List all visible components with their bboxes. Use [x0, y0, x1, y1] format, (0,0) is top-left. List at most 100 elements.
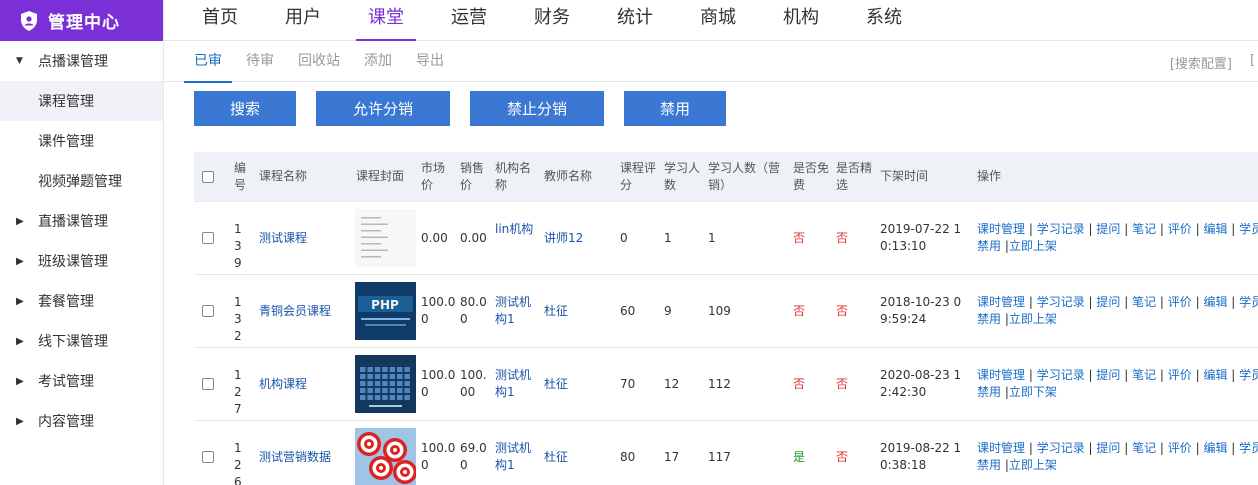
topnav-item-5[interactable]: 统计	[617, 0, 653, 41]
cell-offline-time: 2019-07-22 10:13:10	[880, 222, 962, 253]
sidebar-group-label: 班级课管理	[38, 254, 108, 270]
op-link-shelf[interactable]: 立即上架	[1009, 458, 1057, 472]
cell-org-name[interactable]: 测试机构1	[495, 294, 537, 328]
select-all-checkbox[interactable]	[202, 171, 214, 183]
op-link-1[interactable]: 学习记录	[1037, 441, 1085, 455]
op-link-5[interactable]: 编辑	[1203, 441, 1227, 455]
row-checkbox[interactable]	[202, 232, 214, 244]
cell-teacher-name[interactable]: 杜征	[544, 449, 568, 466]
cell-org-name[interactable]: 测试机构1	[495, 440, 537, 474]
op-link-1[interactable]: 学习记录	[1037, 295, 1085, 309]
op-link-0[interactable]: 课时管理	[977, 295, 1025, 309]
brand-bar[interactable]: 管理中心	[0, 0, 163, 41]
op-link-4[interactable]: 评价	[1168, 295, 1192, 309]
top-navigation: 首页 用户 课堂 运营 财务 统计 商城 机构 系统	[164, 0, 1258, 41]
header-sale-price: 销售价	[460, 161, 485, 192]
topnav-item-2[interactable]: 课堂	[356, 0, 416, 41]
cell-course-name[interactable]: 测试课程	[259, 230, 307, 247]
op-link-disable[interactable]: 禁用	[977, 458, 1001, 472]
cell-course-name[interactable]: 测试营销数据	[259, 449, 331, 466]
op-link-6[interactable]: 学员	[1239, 368, 1258, 382]
op-link-2[interactable]: 提问	[1096, 222, 1120, 236]
op-link-3[interactable]: 笔记	[1132, 368, 1156, 382]
op-link-shelf[interactable]: 立即上架	[1009, 312, 1057, 326]
action-button-0[interactable]: 搜索	[194, 91, 296, 126]
sidebar-group-0[interactable]: ▼ 点播课管理	[0, 41, 163, 81]
cell-market-price: 100.00	[421, 368, 456, 399]
op-link-3[interactable]: 笔记	[1132, 222, 1156, 236]
cell-course-name[interactable]: 青铜会员课程	[259, 303, 331, 320]
sidebar-group-1[interactable]: ▶ 直播课管理	[0, 201, 163, 241]
op-link-disable[interactable]: 禁用	[977, 312, 1001, 326]
header-org: 机构名称	[495, 161, 532, 192]
topnav-item-1[interactable]: 用户	[285, 0, 321, 41]
op-link-6[interactable]: 学员	[1239, 222, 1258, 236]
search-config-link[interactable]: [搜索配置]	[1170, 53, 1232, 72]
op-link-1[interactable]: 学习记录	[1037, 368, 1085, 382]
subtab-1[interactable]: 待审	[246, 41, 274, 82]
cell-market-price: 0.00	[421, 231, 448, 245]
caret-right-icon: ▶	[16, 295, 24, 307]
op-link-0[interactable]: 课时管理	[977, 441, 1025, 455]
table-header: 编号 课程名称 课程封面 市场价 销售价 机构名称 教师名称 课程评分 学习人数…	[194, 152, 1258, 202]
subtab-4[interactable]: 导出	[416, 41, 444, 82]
op-link-6[interactable]: 学员	[1239, 441, 1258, 455]
topnav-item-7[interactable]: 机构	[783, 0, 819, 41]
action-button-3[interactable]: 禁用	[624, 91, 726, 126]
sidebar-group-5[interactable]: ▶ 考试管理	[0, 361, 163, 401]
op-link-shelf[interactable]: 立即上架	[1009, 239, 1057, 253]
op-link-4[interactable]: 评价	[1168, 222, 1192, 236]
table-row: 127 机构课程 100.00 100.00 测试机构1 杜征 70 12 112 否 否 2020-…	[194, 348, 1258, 421]
header-offline-time: 下架时间	[880, 169, 929, 183]
topnav-item-3[interactable]: 运营	[451, 0, 487, 41]
op-link-2[interactable]: 提问	[1096, 295, 1120, 309]
topnav-item-0[interactable]: 首页	[202, 0, 238, 41]
subtab-3[interactable]: 添加	[364, 41, 392, 82]
topnav-item-4[interactable]: 财务	[534, 0, 570, 41]
extra-link[interactable]: [	[1250, 53, 1258, 68]
cell-teacher-name[interactable]: 杜征	[544, 303, 568, 320]
action-button-2[interactable]: 禁止分销	[470, 91, 604, 126]
op-link-5[interactable]: 编辑	[1203, 368, 1227, 382]
cell-teacher-name[interactable]: 杜征	[544, 376, 568, 393]
topnav-item-6[interactable]: 商城	[700, 0, 736, 41]
cell-id: 139	[234, 222, 242, 270]
cell-sale-price: 100.00	[460, 368, 487, 399]
cell-org-name[interactable]: 测试机构1	[495, 367, 537, 401]
op-link-disable[interactable]: 禁用	[977, 239, 1001, 253]
cell-teacher-name[interactable]: 讲师12	[544, 230, 583, 247]
op-link-5[interactable]: 编辑	[1203, 222, 1227, 236]
sidebar-item-0-1[interactable]: 课件管理	[0, 121, 163, 161]
op-link-1[interactable]: 学习记录	[1037, 222, 1085, 236]
sidebar-group-2[interactable]: ▶ 班级课管理	[0, 241, 163, 281]
topnav-item-8[interactable]: 系统	[866, 0, 902, 41]
op-link-shelf[interactable]: 立即下架	[1009, 385, 1057, 399]
op-link-3[interactable]: 笔记	[1132, 441, 1156, 455]
sidebar-group-3[interactable]: ▶ 套餐管理	[0, 281, 163, 321]
cell-free: 是	[793, 450, 806, 464]
sidebar-item-0-0[interactable]: 课程管理	[0, 81, 163, 121]
op-link-0[interactable]: 课时管理	[977, 222, 1025, 236]
op-link-4[interactable]: 评价	[1168, 441, 1192, 455]
cell-course-name[interactable]: 机构课程	[259, 376, 307, 393]
action-button-1[interactable]: 允许分销	[316, 91, 450, 126]
op-link-4[interactable]: 评价	[1168, 368, 1192, 382]
op-link-2[interactable]: 提问	[1096, 368, 1120, 382]
sidebar-group-6[interactable]: ▶ 内容管理	[0, 401, 163, 441]
sidebar-item-0-2[interactable]: 视频弹题管理	[0, 161, 163, 201]
subtab-2[interactable]: 回收站	[298, 41, 340, 82]
cell-score: 60	[620, 304, 636, 318]
sidebar-group-4[interactable]: ▶ 线下课管理	[0, 321, 163, 361]
op-link-2[interactable]: 提问	[1096, 441, 1120, 455]
op-link-5[interactable]: 编辑	[1203, 295, 1227, 309]
cell-org-name[interactable]: lin机构	[495, 221, 537, 238]
sidebar: 管理中心 ▼ 点播课管理 课程管理 课件管理 视频弹题管理 ▶ 直播课管理 ▶ 班级课管理 ▶ 套餐…	[0, 0, 164, 485]
op-link-6[interactable]: 学员	[1239, 295, 1258, 309]
op-link-3[interactable]: 笔记	[1132, 295, 1156, 309]
subtab-0[interactable]: 已审	[184, 41, 232, 83]
row-checkbox[interactable]	[202, 451, 214, 463]
row-checkbox[interactable]	[202, 305, 214, 317]
op-link-0[interactable]: 课时管理	[977, 368, 1025, 382]
row-checkbox[interactable]	[202, 378, 214, 390]
op-link-disable[interactable]: 禁用	[977, 385, 1001, 399]
